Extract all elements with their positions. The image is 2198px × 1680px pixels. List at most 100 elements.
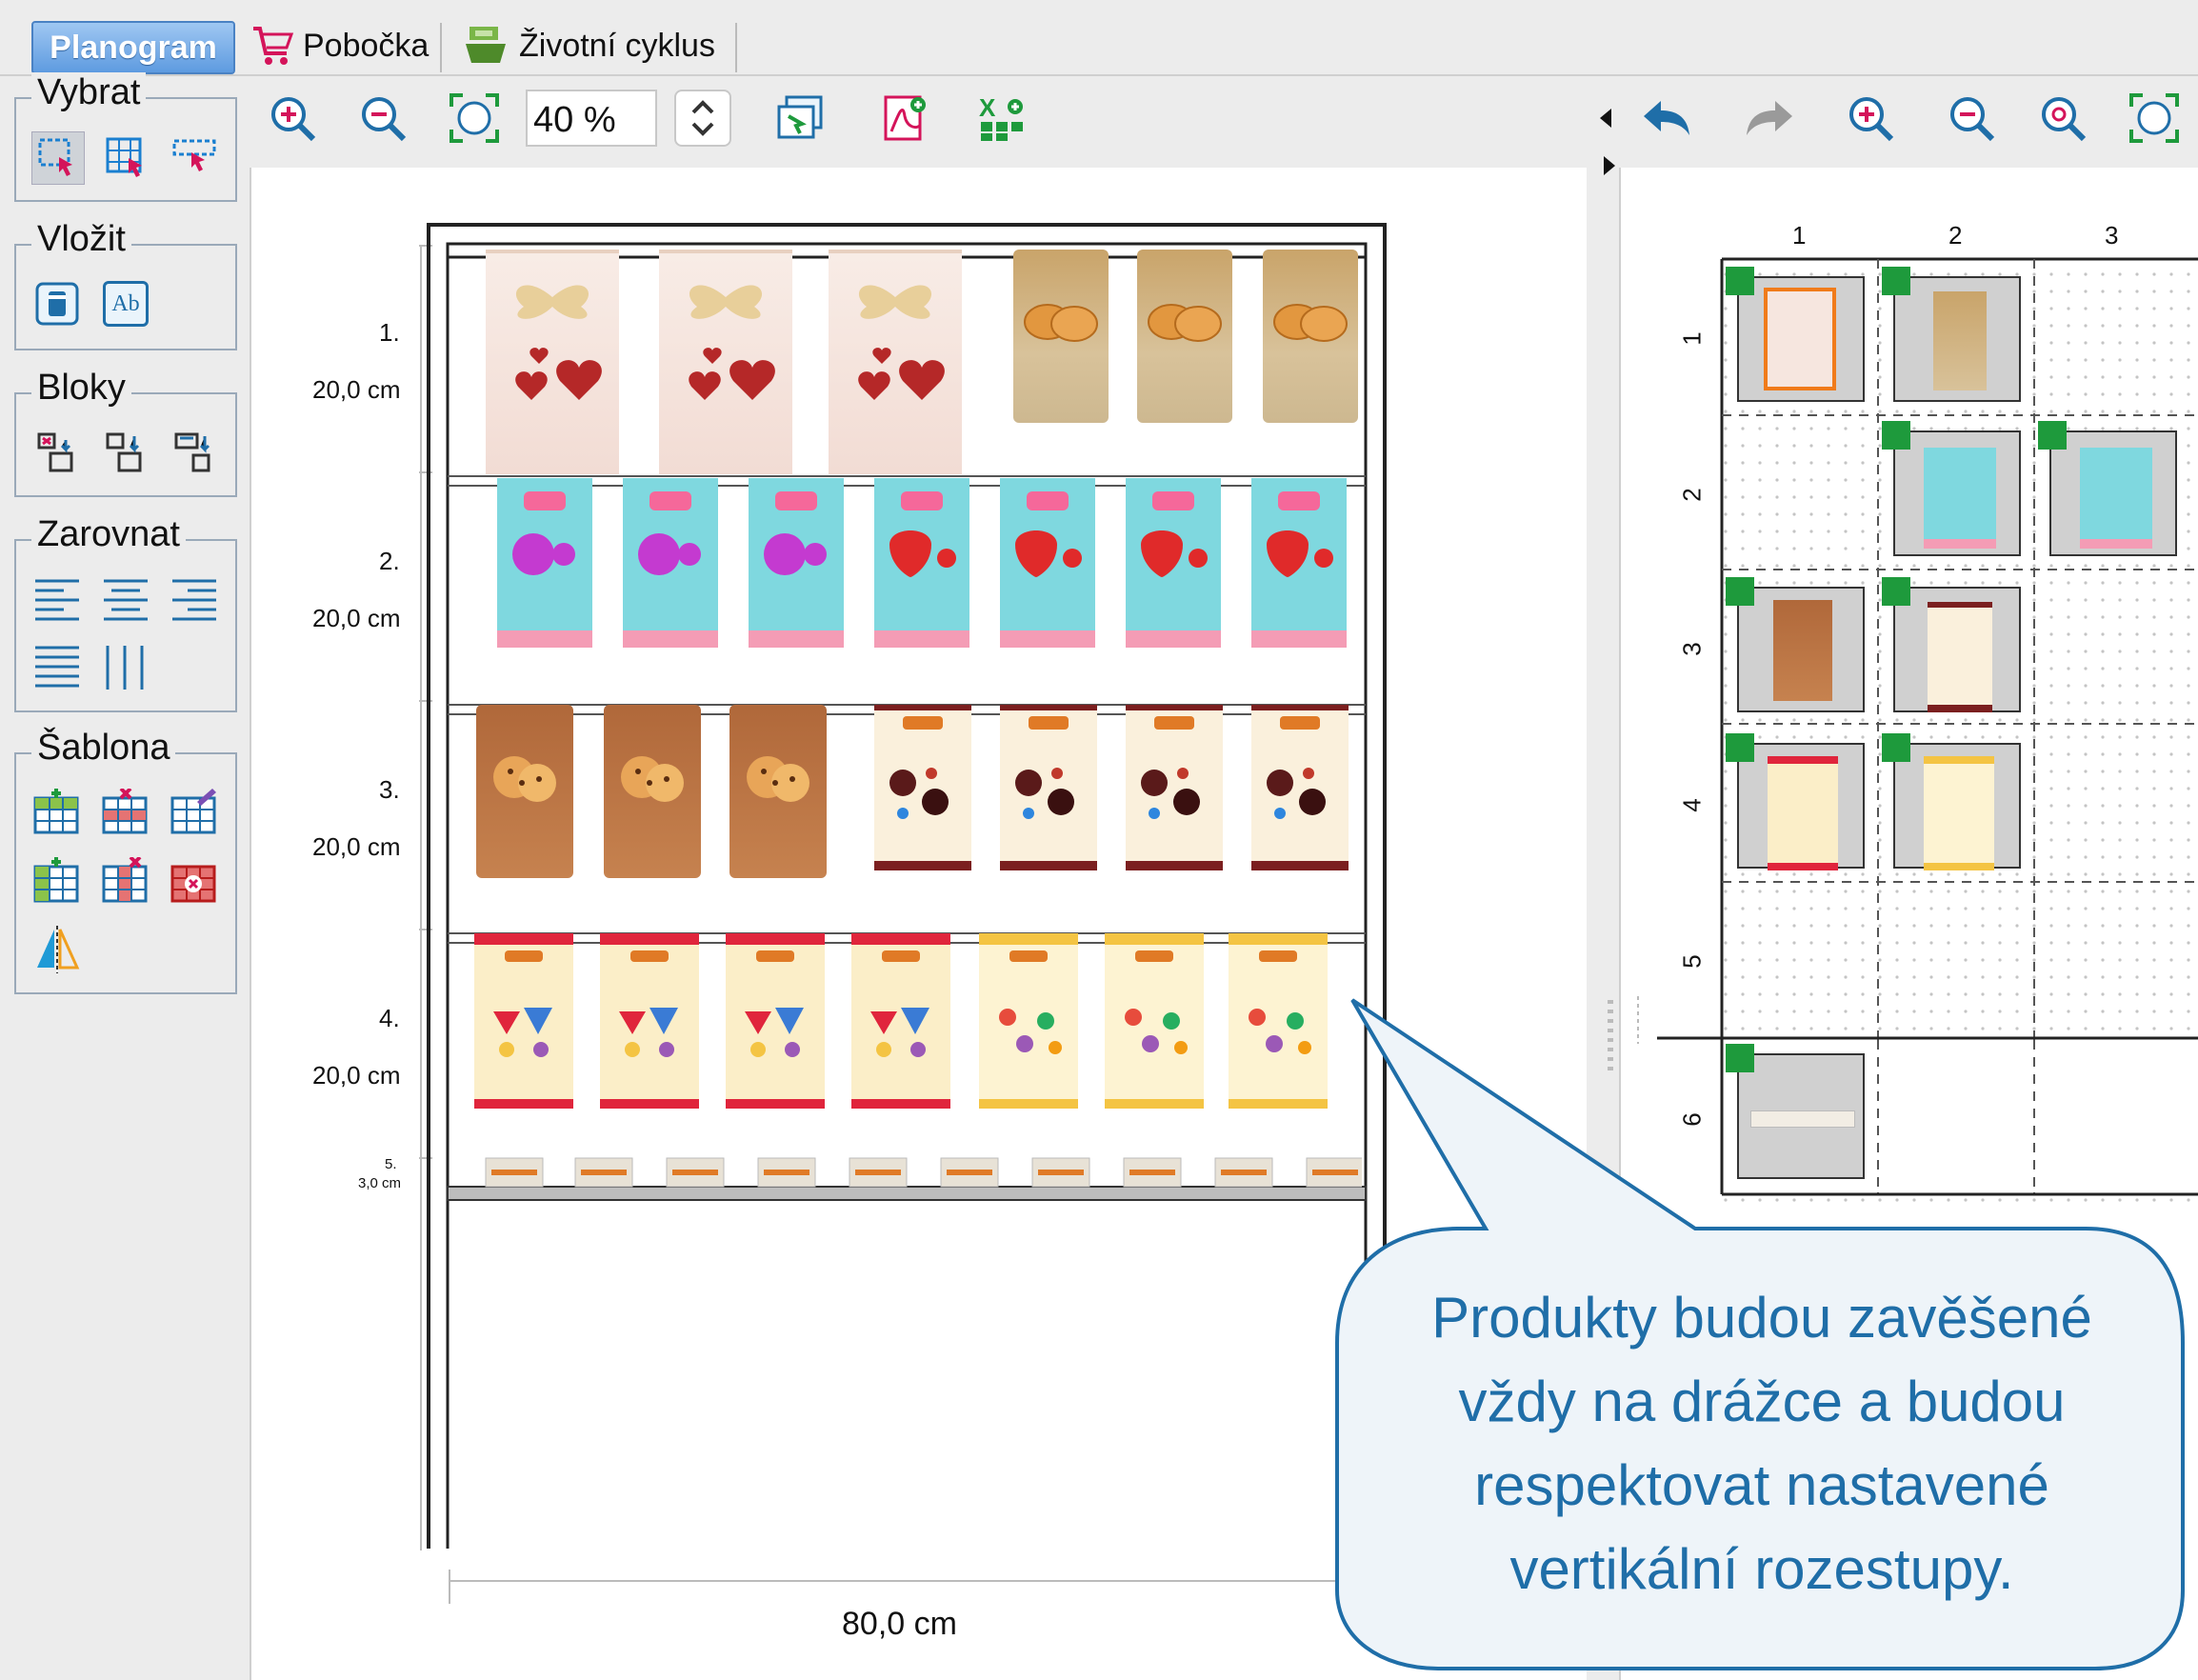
product-candy-strawberry[interactable] <box>874 478 969 648</box>
zoom-reset-icon <box>2042 97 2087 142</box>
product-bonbon-mix[interactable] <box>726 933 825 1109</box>
zoom-out-button[interactable] <box>352 88 413 149</box>
product-choco-mix[interactable] <box>874 705 971 870</box>
grid-slot-r3c1[interactable] <box>1737 587 1865 712</box>
shelf-index: 1. <box>379 318 400 347</box>
grid-slot-r3c2[interactable] <box>1893 587 2021 712</box>
export-image-button[interactable] <box>769 88 830 149</box>
heart-bow-icon <box>515 285 602 400</box>
product-choco-mix[interactable] <box>1000 705 1097 870</box>
product-bar-row[interactable] <box>476 1152 1362 1190</box>
grid-zoom-in-button[interactable] <box>1840 88 1901 149</box>
product-valentine-bag[interactable] <box>659 250 792 474</box>
template-edit-button[interactable] <box>169 787 220 838</box>
distribute-columns-button[interactable] <box>100 642 151 693</box>
grid-product-fruits <box>1924 756 1994 870</box>
text-icon: Ab <box>103 281 149 327</box>
splitter-arrows-icon[interactable] <box>1596 105 1619 181</box>
product-fruits-mix[interactable] <box>1105 933 1204 1109</box>
biscuit-icon <box>1273 304 1348 342</box>
tab-pobocka[interactable]: Pobočka <box>250 21 429 70</box>
select-grid-button[interactable] <box>100 131 151 183</box>
template-delete-button[interactable] <box>169 855 220 907</box>
grid-anchor-marker[interactable] <box>1882 267 1910 295</box>
grid-slot-r2c2[interactable] <box>1893 430 2021 556</box>
shelf-index: 4. <box>379 1004 400 1032</box>
product-bonbon-mix[interactable] <box>600 933 699 1109</box>
product-candy-grape[interactable] <box>749 478 844 648</box>
product-fruits-mix[interactable] <box>1229 933 1328 1109</box>
undo-icon <box>1644 101 1689 135</box>
template-add-column-button[interactable] <box>31 855 83 907</box>
product-candy-grape[interactable] <box>623 478 718 648</box>
grid-column-header: 3 <box>2105 221 2119 250</box>
grid-anchor-marker[interactable] <box>1726 733 1754 762</box>
product-choco-mix[interactable] <box>1251 705 1349 870</box>
grid-zoom-out-button[interactable] <box>1941 88 2002 149</box>
insert-product-button[interactable] <box>31 278 83 330</box>
product-biscuit-bag[interactable] <box>1263 250 1358 423</box>
grid-anchor-marker[interactable] <box>2038 421 2067 450</box>
select-single-button[interactable] <box>31 131 85 185</box>
block-merge-button[interactable] <box>100 427 151 478</box>
group-insert: Vložit Ab <box>14 219 237 350</box>
group-align: Zarovnat <box>14 514 237 712</box>
redo-button[interactable] <box>1739 88 1800 149</box>
grid-anchor-marker[interactable] <box>1882 421 1910 450</box>
product-candy-strawberry[interactable] <box>1126 478 1221 648</box>
grid-product-bonbon <box>1768 756 1838 870</box>
zoom-level-field[interactable]: 40 % <box>526 90 657 147</box>
select-row-button[interactable] <box>169 131 220 183</box>
product-candy-grape[interactable] <box>497 478 592 648</box>
grid-slot-r2c3[interactable] <box>2049 430 2177 556</box>
align-right-button[interactable] <box>169 573 220 625</box>
block-remove-button[interactable] <box>31 427 83 478</box>
align-center-button[interactable] <box>100 573 151 625</box>
grid-slot-r1c2[interactable] <box>1893 276 2021 402</box>
strawberry-candy-icon <box>889 491 956 577</box>
grid-anchor-marker[interactable] <box>1726 267 1754 295</box>
grid-slot-r1c1[interactable] <box>1737 276 1865 402</box>
product-valentine-bag[interactable] <box>486 250 619 474</box>
grid-anchor-marker[interactable] <box>1882 577 1910 606</box>
product-cookie-bag[interactable] <box>604 705 701 878</box>
product-candy-strawberry[interactable] <box>1251 478 1347 648</box>
product-choco-mix[interactable] <box>1126 705 1223 870</box>
export-pdf-button[interactable] <box>874 88 935 149</box>
undo-button[interactable] <box>1636 88 1697 149</box>
insert-text-button[interactable]: Ab <box>100 278 151 330</box>
product-candy-strawberry[interactable] <box>1000 478 1095 648</box>
excel-icon: X <box>979 93 1023 141</box>
template-remove-column-button[interactable] <box>100 855 151 907</box>
product-bonbon-mix[interactable] <box>474 933 573 1109</box>
fruit-candy-icon <box>1125 950 1188 1054</box>
grid-slot-r4c1[interactable] <box>1737 743 1865 870</box>
product-biscuit-bag[interactable] <box>1137 250 1232 423</box>
template-mirror-button[interactable] <box>31 924 83 975</box>
zoom-stepper[interactable] <box>674 90 731 147</box>
grid-anchor-marker[interactable] <box>1726 577 1754 606</box>
zoom-in-button[interactable] <box>262 88 323 149</box>
product-biscuit-bag[interactable] <box>1013 250 1109 423</box>
product-bonbon-mix[interactable] <box>851 933 950 1109</box>
template-remove-row-button[interactable] <box>100 787 151 838</box>
product-cookie-bag[interactable] <box>476 705 573 878</box>
align-left-button[interactable] <box>31 573 83 625</box>
grid-zoom-fit-button[interactable] <box>2124 88 2185 149</box>
zoom-fit-button[interactable] <box>444 88 505 149</box>
product-fruits-mix[interactable] <box>979 933 1078 1109</box>
export-excel-button[interactable]: X <box>973 88 1034 149</box>
tab-planogram[interactable]: Planogram <box>31 21 235 74</box>
biscuit-icon <box>1024 304 1098 342</box>
grid-slot-r4c2[interactable] <box>1893 743 2021 870</box>
group-title: Šablona <box>31 728 176 769</box>
product-cookie-bag[interactable] <box>729 705 827 878</box>
shelf-index: 2. <box>379 547 400 575</box>
grid-anchor-marker[interactable] <box>1882 733 1910 762</box>
tab-zivotni-cyklus[interactable]: Životní cyklus <box>462 21 715 70</box>
product-valentine-bag[interactable] <box>829 250 962 474</box>
block-split-button[interactable] <box>169 427 220 478</box>
align-justify-button[interactable] <box>31 642 83 693</box>
grid-zoom-reset-button[interactable] <box>2032 88 2093 149</box>
template-add-row-button[interactable] <box>31 787 83 838</box>
